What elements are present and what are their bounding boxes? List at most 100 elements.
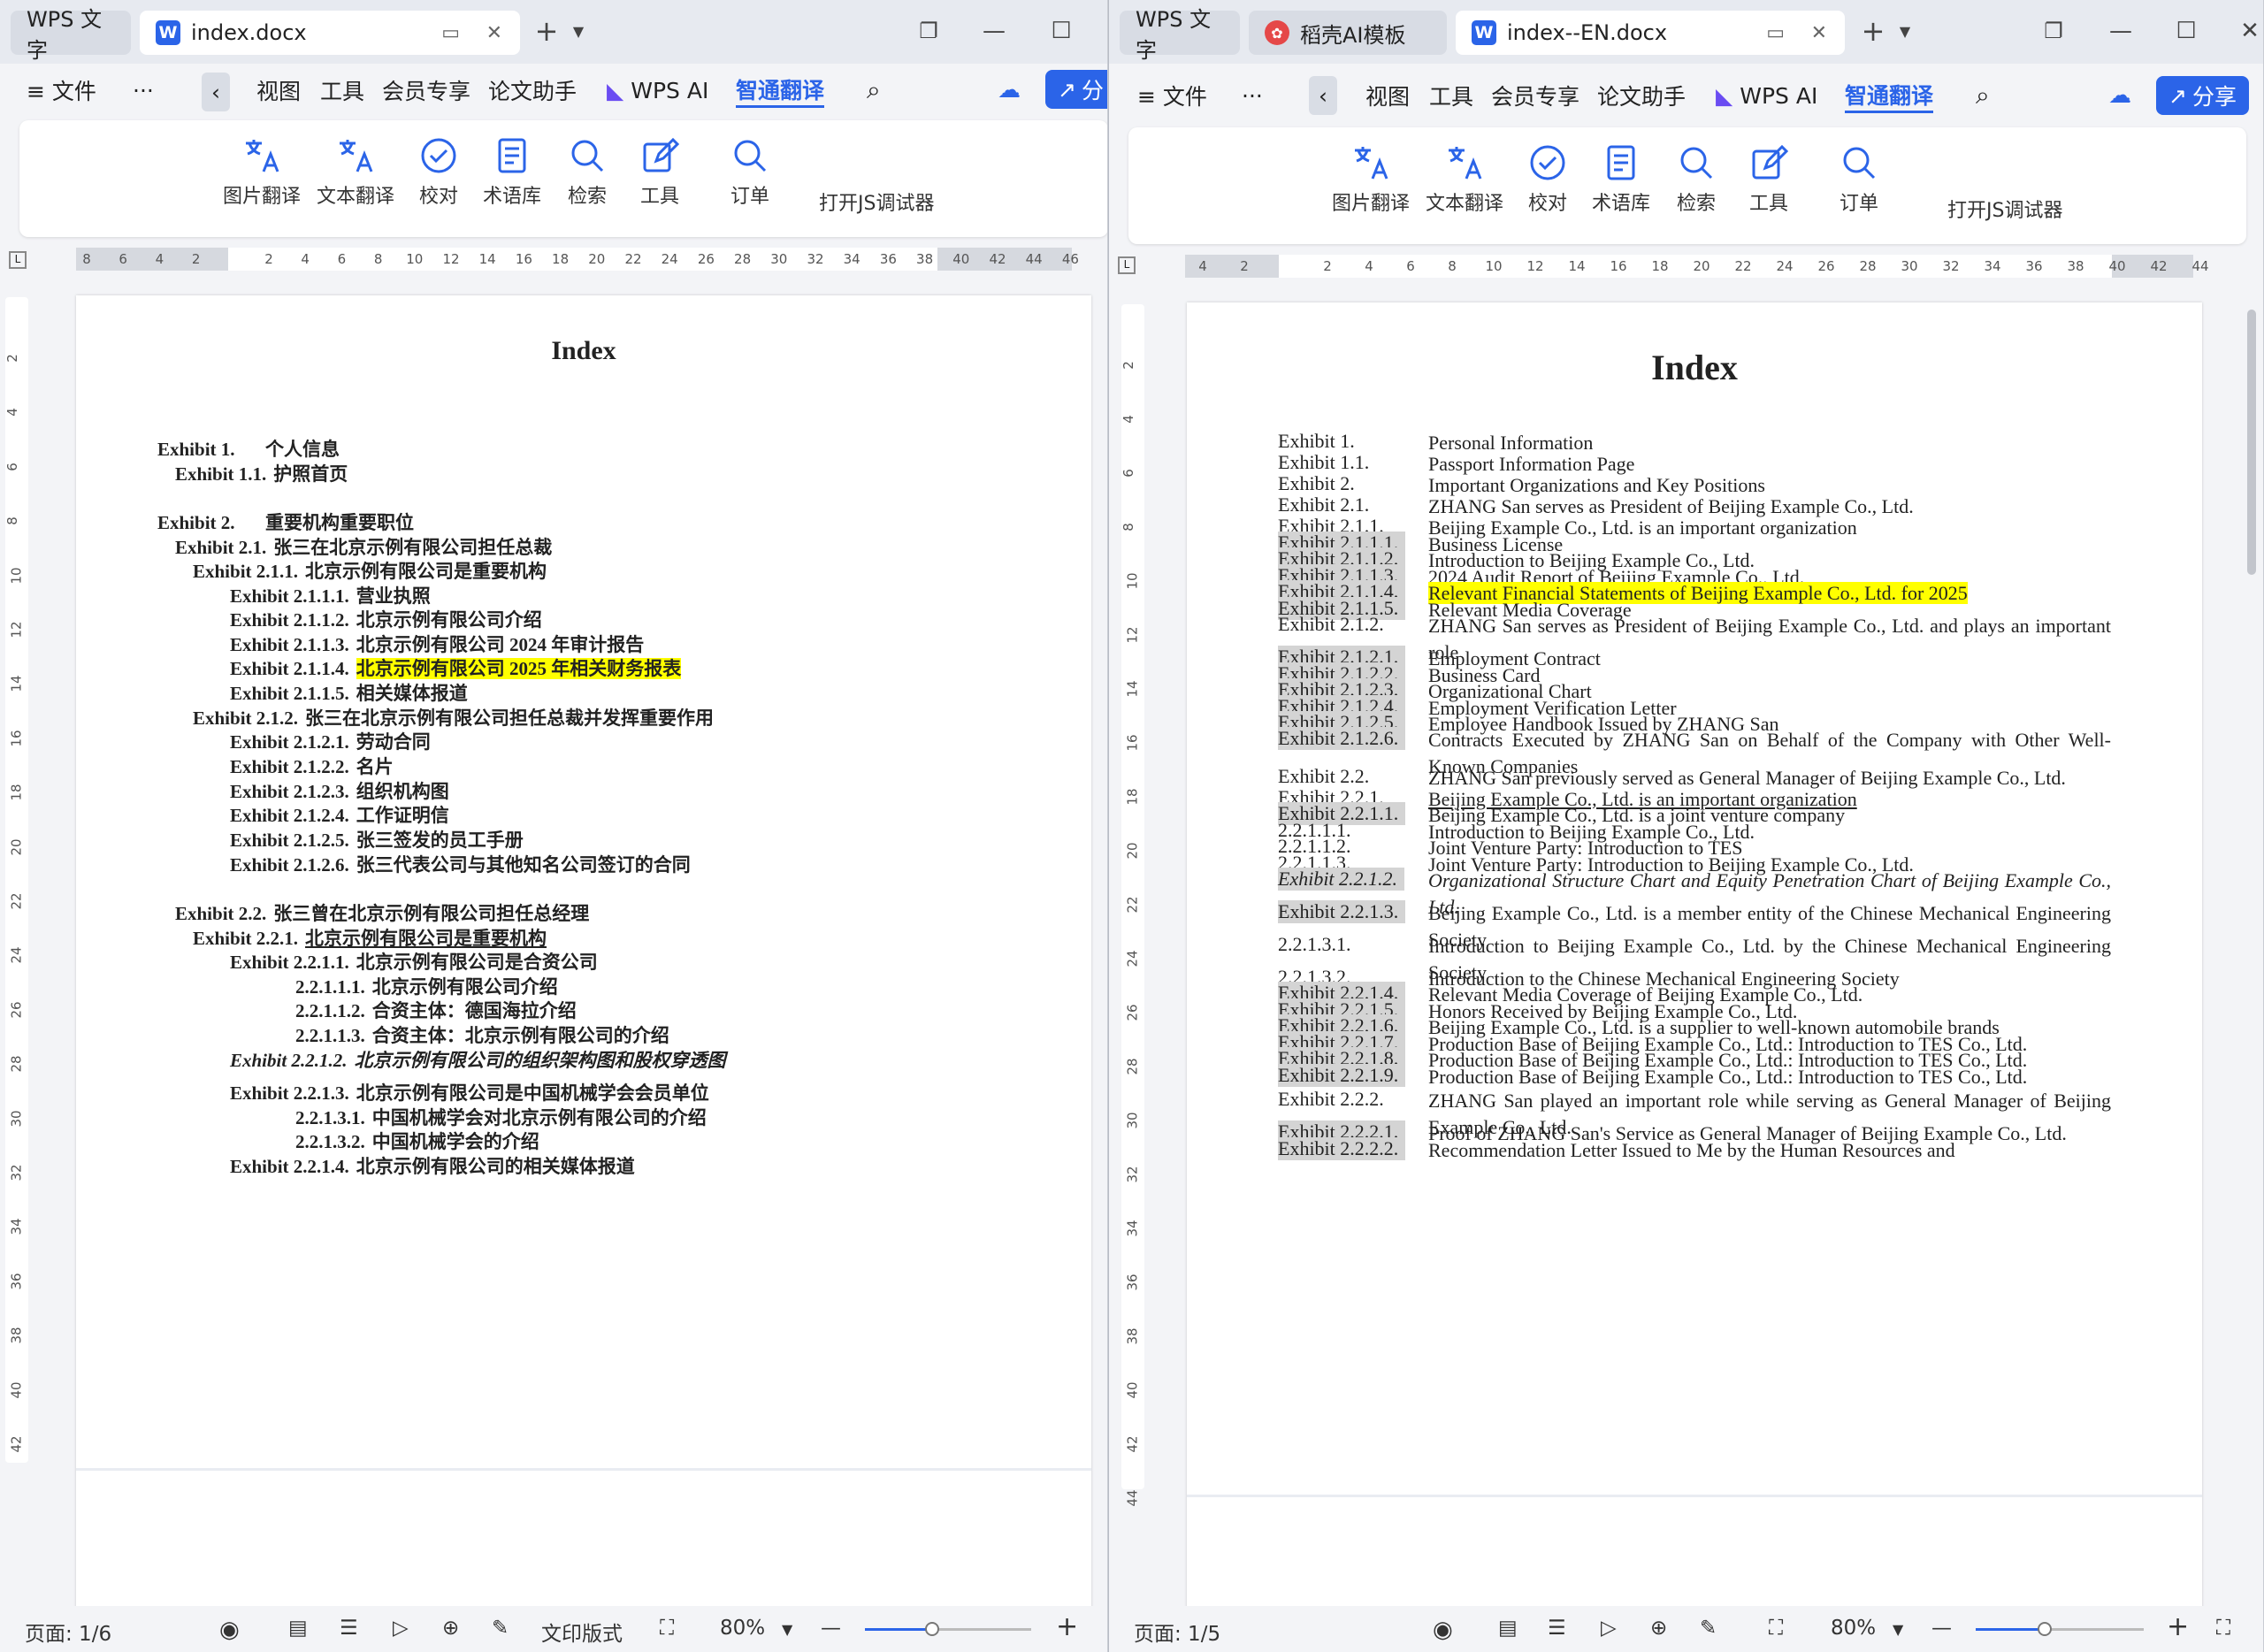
- search-icon[interactable]: ⌕: [1976, 78, 1990, 113]
- screen-icon[interactable]: ▭: [441, 22, 460, 44]
- vertical-ruler[interactable]: 2 4 6 8 10 12 14 16 18 20 22 24 26 28 30 32 34 36 38 40 42 44: [1121, 304, 1144, 1507]
- new-tab-icon[interactable]: +: [529, 11, 564, 51]
- image-translate-button[interactable]: 图片翻译: [223, 136, 301, 209]
- zoom-chevron-icon[interactable]: ▼: [782, 1621, 792, 1638]
- horizontal-ruler[interactable]: 4 2 2 4 6 8 10 12 14 16 18 20 22 24 26 28 30 32 34 36 38 40 42…: [1185, 255, 2209, 278]
- back-icon[interactable]: ‹: [202, 73, 230, 111]
- js-debugger-button[interactable]: 打开JS调试器: [1947, 195, 2062, 223]
- glossary-button[interactable]: 术语库: [483, 136, 541, 209]
- menu-member[interactable]: 会员专享: [1491, 78, 1579, 113]
- chevron-down-icon[interactable]: ▼: [561, 11, 596, 51]
- toc-entry[interactable]: 2.2.1.3.1. 中国机械学会对北京示例有限公司的介绍: [295, 1104, 707, 1130]
- toc-entry[interactable]: 2.2.1.1.3. 合资主体：北京示例有限公司的介绍: [295, 1021, 669, 1048]
- eye-icon[interactable]: ◉: [219, 1617, 240, 1643]
- toc-entry[interactable]: Exhibit 2.1.2.2. 名片: [230, 753, 394, 779]
- share-button[interactable]: ↗ 分: [1045, 70, 1107, 109]
- zoom-level[interactable]: 80%: [720, 1617, 765, 1640]
- toc-entry[interactable]: Exhibit 2.1.1.2. 北京示例有限公司介绍: [230, 606, 542, 632]
- maximize-icon[interactable]: ☐: [2168, 11, 2204, 51]
- zoom-in-icon[interactable]: +: [2167, 1611, 2189, 1642]
- chevron-down-icon[interactable]: ▼: [1887, 11, 1923, 51]
- document-page[interactable]: Index Exhibit 1. 个人信息 Exhibit 1.1. 护照首页 Exhi…: [76, 295, 1091, 1640]
- home-tab[interactable]: WPS 文字: [1120, 7, 1240, 63]
- toc-entry[interactable]: Exhibit 2.2.1.1. 北京示例有限公司是合资公司: [230, 948, 598, 975]
- menu-tools[interactable]: 工具: [1429, 78, 1473, 113]
- toc-entry[interactable]: Exhibit 2.1.1.4. 北京示例有限公司 2025 年相关财务报表: [230, 654, 682, 681]
- toc-entry[interactable]: Exhibit 2.2.1.3. 北京示例有限公司是中国机械学会会员单位: [230, 1079, 709, 1105]
- order-button[interactable]: 订单: [730, 136, 769, 209]
- minimize-icon[interactable]: —: [976, 11, 1012, 51]
- zoom-level[interactable]: 80%: [1831, 1617, 1876, 1640]
- new-tab-icon[interactable]: +: [1855, 11, 1891, 51]
- toc-entry[interactable]: Exhibit 2.1.2.1. 劳动合同: [230, 728, 431, 754]
- zoom-knob[interactable]: [2038, 1622, 2052, 1636]
- back-icon[interactable]: ‹: [1309, 76, 1337, 115]
- toc-entry[interactable]: Exhibit 2.2.1.4. 北京示例有限公司的相关媒体报道: [230, 1152, 635, 1179]
- fit-screen-icon[interactable]: ⛶: [660, 1617, 674, 1640]
- text-translate-button[interactable]: 文本翻译: [1426, 143, 1503, 216]
- home-tab[interactable]: WPS 文字: [11, 7, 131, 63]
- toc-entry[interactable]: Exhibit 2.1.2.6. 张三代表公司与其他知名公司签订的合同: [230, 851, 691, 877]
- pen-icon[interactable]: ✎: [492, 1617, 509, 1640]
- toc-entry[interactable]: Exhibit 2.1.1.3. 北京示例有限公司 2024 年审计报告: [230, 631, 644, 657]
- toc-entry[interactable]: Exhibit 2. 重要机构重要职位: [157, 509, 414, 535]
- horizontal-ruler[interactable]: 8 6 4 2 2 4 6 8 10 12 14 16 18 20 22 24 26 28 30 32 34 36 38 40…: [76, 248, 1079, 271]
- cloud-upload-icon[interactable]: ☁: [2108, 78, 2131, 113]
- toc-entry[interactable]: Exhibit 1.1. 护照首页: [175, 460, 348, 486]
- scrollbar-thumb[interactable]: [2247, 310, 2256, 575]
- menu-file[interactable]: ≡ 文件: [1137, 78, 1207, 113]
- js-debugger-button[interactable]: 打开JS调试器: [819, 187, 934, 216]
- page-indicator[interactable]: 页面: 1/6: [25, 1617, 111, 1647]
- close-tab-icon[interactable]: ✕: [1811, 22, 1827, 44]
- fit-screen-icon[interactable]: ⛶: [1769, 1617, 1783, 1640]
- zoom-out-icon[interactable]: —: [821, 1617, 841, 1640]
- menu-wps-ai[interactable]: ◣ WPS AI: [607, 73, 708, 108]
- proofread-button[interactable]: 校对: [1528, 143, 1567, 216]
- play-icon[interactable]: ▷: [1601, 1617, 1617, 1640]
- pen-icon[interactable]: ✎: [1700, 1617, 1717, 1640]
- proofread-button[interactable]: 校对: [419, 136, 458, 209]
- minimize-icon[interactable]: —: [2103, 11, 2138, 51]
- vertical-ruler[interactable]: 2 4 6 8 10 12 14 16 18 20 22 24 26 28 30 32 34 36 38 40 42: [4, 297, 28, 1463]
- web-view-icon[interactable]: ⊕: [442, 1617, 459, 1640]
- layout-mode[interactable]: 文印版式: [541, 1617, 623, 1647]
- doc-tab[interactable]: W index.docx ▭ ✕: [140, 11, 520, 55]
- toc-entry[interactable]: 2.2.1.3.2. 中国机械学会的介绍: [295, 1128, 539, 1154]
- glossary-button[interactable]: 术语库: [1592, 143, 1650, 216]
- toc-entry[interactable]: Exhibit 2.1. 张三在北京示例有限公司担任总裁: [175, 533, 552, 560]
- toc-entry[interactable]: Exhibit 2.2.2.2. Recommendation Letter Is…: [1278, 1137, 2111, 1190]
- restore-window-icon[interactable]: ❐: [2036, 11, 2071, 51]
- tools-button[interactable]: 工具: [1749, 143, 1788, 216]
- image-translate-button[interactable]: 图片翻译: [1332, 143, 1410, 216]
- vertical-scrollbar[interactable]: [2245, 265, 2259, 1610]
- outline-icon[interactable]: ☰: [340, 1617, 358, 1640]
- search-icon[interactable]: ⌕: [867, 73, 881, 108]
- share-button[interactable]: ↗ 分享: [2156, 76, 2249, 115]
- cloud-upload-icon[interactable]: ☁: [998, 73, 1021, 108]
- ruler-corner-icon[interactable]: L: [9, 251, 27, 269]
- fullscreen-icon[interactable]: ⛶: [2216, 1617, 2230, 1640]
- text-translate-button[interactable]: 文本翻译: [317, 136, 394, 209]
- maximize-icon[interactable]: ☐: [1044, 11, 1079, 51]
- menu-translate[interactable]: 智通翻译: [736, 73, 825, 108]
- toc-entry[interactable]: Exhibit 2.2.1.9. Production Base of Beiji…: [1278, 1064, 2111, 1090]
- toc-entry[interactable]: Exhibit 2.1.2.5. 张三签发的员工手册: [230, 826, 524, 853]
- menu-view[interactable]: 视图: [1365, 78, 1410, 113]
- page-indicator[interactable]: 页面: 1/5: [1134, 1617, 1220, 1647]
- template-tab[interactable]: ✿ 稻壳AI模板: [1249, 11, 1447, 55]
- toc-entry[interactable]: Exhibit 2.2.1.2. 北京示例有限公司的组织架构图和股权穿透图: [230, 1046, 725, 1073]
- eye-icon[interactable]: ◉: [1433, 1617, 1453, 1643]
- ruler-corner-icon[interactable]: L: [1118, 256, 1136, 274]
- toc-entry[interactable]: 2.2.1.1.1. 北京示例有限公司介绍: [295, 973, 558, 999]
- tools-button[interactable]: 工具: [640, 136, 679, 209]
- zoom-in-icon[interactable]: +: [1056, 1611, 1078, 1642]
- toc-entry[interactable]: Exhibit 2.1.2. 张三在北京示例有限公司担任总裁并发挥重要作用: [193, 704, 714, 730]
- menu-paper[interactable]: 论文助手: [488, 73, 577, 108]
- menu-view[interactable]: 视图: [256, 73, 301, 108]
- toc-entry[interactable]: Exhibit 2.1.2.3. 组织机构图: [230, 777, 449, 804]
- menu-tools[interactable]: 工具: [320, 73, 364, 108]
- close-window-icon[interactable]: ✕: [2232, 11, 2263, 51]
- menu-more[interactable]: ···: [133, 73, 154, 108]
- order-button[interactable]: 订单: [1840, 143, 1878, 216]
- toc-entry[interactable]: Exhibit 2.1.1. 北京示例有限公司是重要机构: [193, 557, 547, 584]
